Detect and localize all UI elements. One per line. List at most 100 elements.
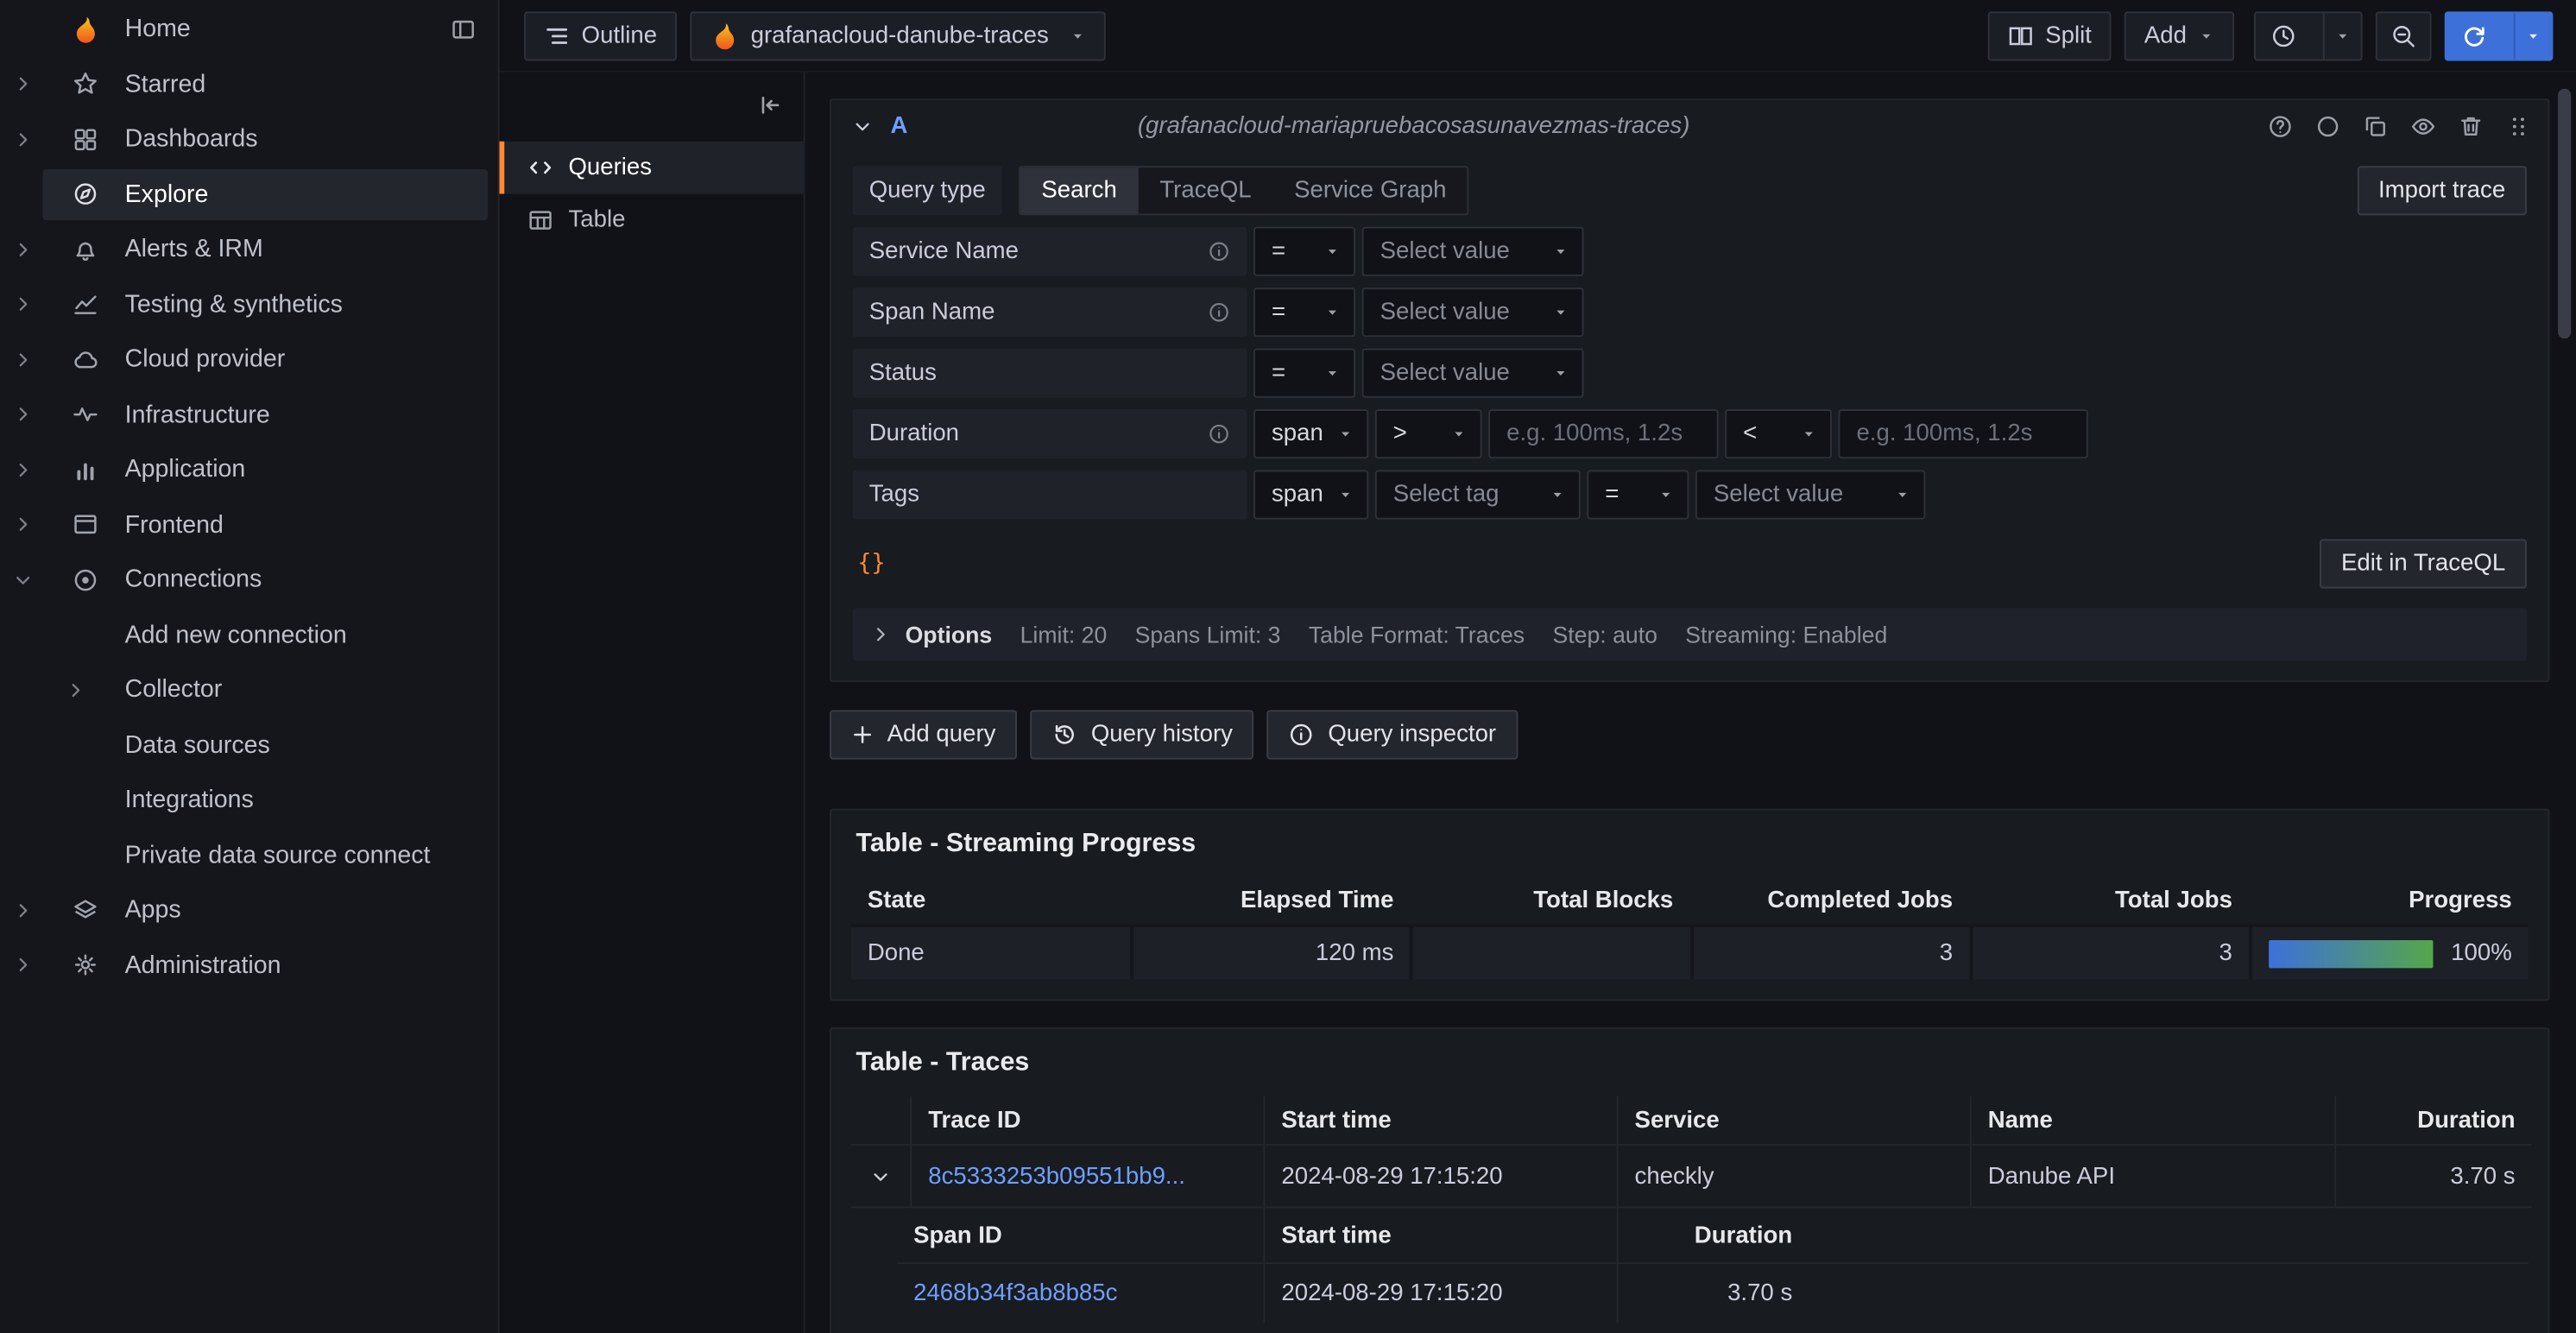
sidebar-item-alerts-irm[interactable]: Alerts & IRM <box>0 222 498 277</box>
query-type-option-search[interactable]: Search <box>1020 167 1139 213</box>
split-button[interactable]: Split <box>1988 10 2112 60</box>
sidebar-item-label: Alerts & IRM <box>125 236 263 263</box>
trace-id-link[interactable]: 8c5333253b09551bb9... <box>928 1163 1185 1189</box>
chevron-right-icon[interactable] <box>0 515 44 534</box>
chevron-right-icon[interactable] <box>0 239 44 259</box>
info-icon[interactable] <box>1208 422 1231 445</box>
hide-response-eye-icon[interactable] <box>2410 113 2436 139</box>
collapse-query-chevron-icon[interactable] <box>853 117 873 136</box>
vertical-scrollbar-thumb[interactable] <box>2558 89 2571 338</box>
chevron-right-icon[interactable] <box>0 900 44 920</box>
refresh-button[interactable] <box>2447 12 2503 58</box>
chevron-right-icon[interactable] <box>66 680 92 700</box>
sidebar-item-dashboards[interactable]: Dashboards <box>0 111 498 167</box>
info-icon[interactable] <box>1208 300 1231 324</box>
duplicate-query-icon[interactable] <box>2363 113 2389 139</box>
datasource-help-icon[interactable] <box>2267 113 2293 139</box>
sidebar-item-starred[interactable]: Starred <box>0 57 498 112</box>
sidebar-item-connections[interactable]: Connections <box>0 553 498 608</box>
sidebar-item-add-new-connection[interactable]: Add new connection <box>0 607 498 662</box>
column-header-span-id: Span ID <box>897 1208 1263 1264</box>
status-operator-select[interactable]: = <box>1253 349 1355 398</box>
add-dropdown-button[interactable]: Add <box>2125 10 2234 60</box>
split-label: Split <box>2045 22 2092 48</box>
info-circle-icon <box>1289 722 1315 748</box>
sidebar-item-frontend[interactable]: Frontend <box>0 497 498 553</box>
sidebar-item-data-sources[interactable]: Data sources <box>0 717 498 773</box>
sidebar-item-infrastructure[interactable]: Infrastructure <box>0 387 498 442</box>
sidebar-item-apps[interactable]: Apps <box>0 882 498 938</box>
query-inspector-button[interactable]: Query inspector <box>1267 710 1518 759</box>
chevron-right-icon[interactable] <box>0 405 44 425</box>
cell-start-time: 2024-08-29 17:15:20 <box>1263 1146 1616 1208</box>
duration-gt-operator-select[interactable]: > <box>1375 409 1482 458</box>
chevron-right-icon[interactable] <box>0 956 44 976</box>
import-trace-button[interactable]: Import trace <box>2357 166 2527 215</box>
tags-tag-select[interactable]: Select tag <box>1375 470 1581 519</box>
span-name-row: Span Name = Select value <box>853 287 2527 337</box>
time-zoom-out-button[interactable] <box>2376 10 2432 60</box>
edit-in-traceql-button[interactable]: Edit in TraceQL <box>2320 539 2527 588</box>
sidebar-item-label: Administration <box>125 951 281 979</box>
sidebar-item-private-data-source-connect[interactable]: Private data source connect <box>0 828 498 883</box>
outline-item-queries[interactable]: Queries <box>500 142 804 194</box>
cell-span-filler <box>1809 1264 2529 1324</box>
caret-down-icon <box>1657 487 1674 503</box>
duration-lt-operator-select[interactable]: < <box>1725 409 1832 458</box>
query-type-option-traceql[interactable]: TraceQL <box>1139 167 1273 213</box>
duration-min-input[interactable] <box>1488 409 1718 458</box>
tags-operator-select[interactable]: = <box>1587 470 1689 519</box>
sidebar-item-testing-synthetics[interactable]: Testing & synthetics <box>0 277 498 332</box>
cell-service: checkly <box>1617 1146 1970 1208</box>
datasource-picker[interactable]: grafanacloud-danube-traces <box>690 10 1106 60</box>
service-name-value-select[interactable]: Select value <box>1362 227 1584 276</box>
add-label: Add <box>2144 22 2187 48</box>
span-name-value-select[interactable]: Select value <box>1362 287 1584 337</box>
span-name-operator-select[interactable]: = <box>1253 287 1355 337</box>
query-editor-actions <box>2267 113 2531 139</box>
chevron-down-icon[interactable] <box>0 570 44 590</box>
time-range-caret[interactable] <box>2323 12 2361 58</box>
sidebar-item-cloud-provider[interactable]: Cloud provider <box>0 332 498 388</box>
add-query-button[interactable]: Add query <box>830 710 1017 759</box>
chevron-right-icon[interactable] <box>0 460 44 480</box>
column-header-span-duration: Duration <box>1617 1208 1809 1264</box>
drag-grip-icon[interactable] <box>2505 113 2531 139</box>
time-range-button[interactable] <box>2256 12 2312 58</box>
zoom-out-icon <box>2390 22 2416 48</box>
sidebar-item-home[interactable]: Home <box>0 2 498 57</box>
sidebar-item-administration[interactable]: Administration <box>0 938 498 993</box>
tags-value-select[interactable]: Select value <box>1695 470 1925 519</box>
chevron-right-icon[interactable] <box>0 130 44 149</box>
outline-item-table[interactable]: Table <box>500 194 804 247</box>
duration-max-input[interactable] <box>1839 409 2088 458</box>
query-type-option-service-graph[interactable]: Service Graph <box>1272 167 1468 213</box>
duration-scope-select[interactable]: span <box>1253 409 1368 458</box>
chevron-right-icon[interactable] <box>0 350 44 370</box>
chevron-right-icon[interactable] <box>0 74 44 94</box>
sidebar-item-application[interactable]: Application <box>0 442 498 497</box>
collapse-outline-button[interactable] <box>757 92 783 118</box>
sidebar-item-explore[interactable]: Explore <box>0 167 498 222</box>
cell-elapsed-time: 120 ms <box>1131 924 1411 980</box>
info-icon[interactable] <box>1208 240 1231 263</box>
status-value-select[interactable]: Select value <box>1362 349 1584 398</box>
column-header-completed-jobs: Completed Jobs <box>1689 878 1969 924</box>
chevron-right-icon[interactable] <box>0 294 44 314</box>
remove-query-trash-icon[interactable] <box>2458 113 2484 139</box>
status-label: Status <box>853 349 1247 398</box>
span-id-link[interactable]: 2468b34f3ab8b85c <box>913 1280 1117 1306</box>
chevron-down-icon <box>2525 27 2541 43</box>
service-name-operator-select[interactable]: = <box>1253 227 1355 276</box>
dock-menu-button[interactable] <box>450 16 476 42</box>
outline-button[interactable]: Outline <box>524 10 677 60</box>
options-collapsible[interactable]: Options Limit: 20 Spans Limit: 3 Table F… <box>853 608 2527 660</box>
cell-span-duration: 3.70 s <box>1617 1264 1809 1324</box>
tags-scope-select[interactable]: span <box>1253 470 1368 519</box>
refresh-interval-caret[interactable] <box>2514 12 2552 58</box>
row-expander[interactable] <box>851 1146 911 1208</box>
disable-query-icon[interactable] <box>2314 113 2340 139</box>
sidebar-item-integrations[interactable]: Integrations <box>0 773 498 828</box>
query-history-button[interactable]: Query history <box>1030 710 1253 759</box>
sidebar-item-collector[interactable]: Collector <box>0 662 498 717</box>
